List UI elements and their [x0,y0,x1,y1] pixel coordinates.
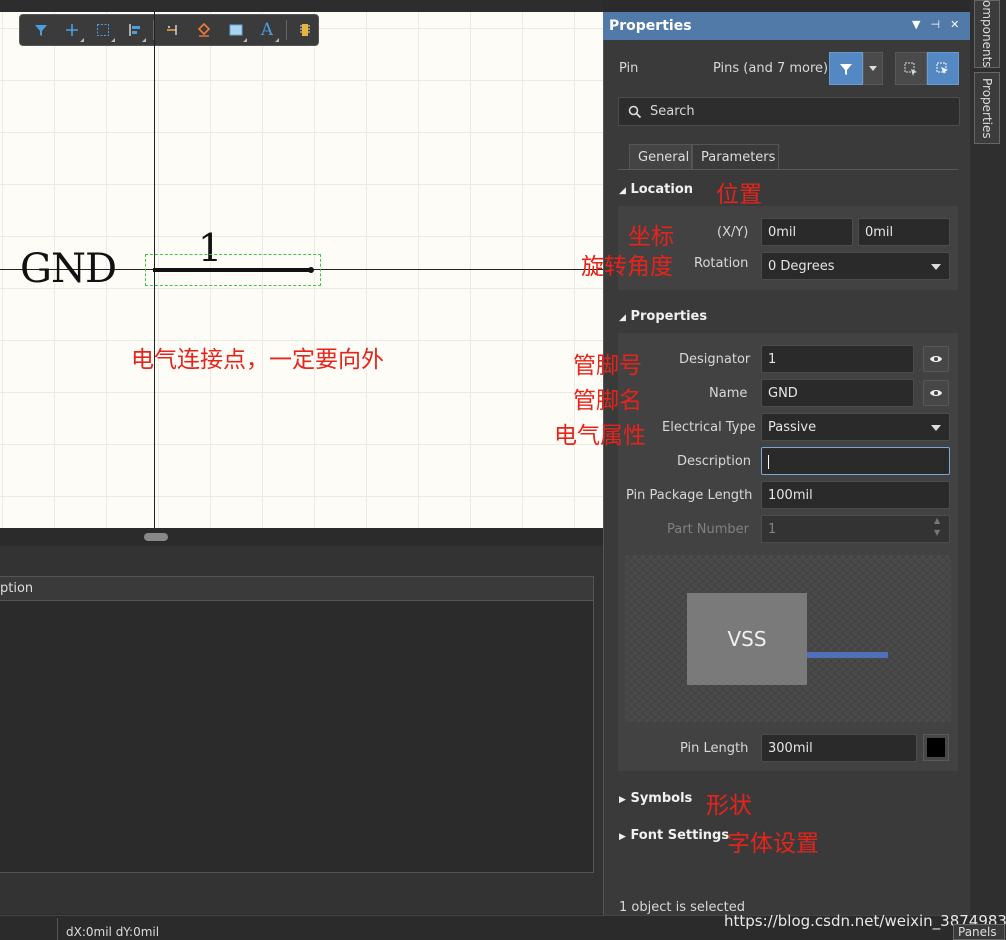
section-symbols-title: Symbols [630,791,693,806]
search-placeholder: Search [650,104,695,119]
designator-label: Designator [679,352,751,367]
description-label: Description [677,454,752,469]
section-location[interactable]: ◢ Location [619,182,693,197]
pin-length-field[interactable]: 300mil [761,734,917,762]
electrical-type-value: Passive [768,420,817,435]
panels-button[interactable]: Panels [953,924,1005,940]
designator-field[interactable]: 1 [761,345,914,373]
select-mode-button[interactable] [895,52,927,85]
section-properties[interactable]: ◢ Properties [619,309,707,324]
panel-splitter-handle[interactable] [144,533,168,541]
annotation-pin-number: 管脚号 [573,353,642,379]
eye-icon [930,390,942,396]
rectangle-icon[interactable] [223,17,248,43]
eraser-icon[interactable] [192,17,217,43]
select-in-icon [904,62,917,76]
xy-label: (X/Y) [717,225,749,240]
active-toolbar: A [19,14,319,46]
filter-dropdown-button[interactable] [863,52,883,85]
pin-length-label: Pin Length [680,741,749,756]
annotation-location: 位置 [716,182,762,208]
annotation-shape: 形状 [706,793,752,819]
designator-visibility-toggle[interactable] [923,346,949,372]
rotation-value: 0 Degrees [768,259,835,274]
align-icon[interactable] [122,17,147,43]
top-strip [0,0,603,12]
tab-parameters[interactable]: Parameters [692,144,779,170]
part-number-label: Part Number [667,522,750,537]
chevron-down-icon [869,66,877,71]
description-field[interactable] [761,447,950,475]
rotation-select[interactable]: 0 Degrees [761,252,950,280]
preview-pin-line [807,652,888,658]
collapse-icon: ◢ [619,186,626,196]
filter-icon[interactable] [28,17,53,43]
object-type: Pin [619,61,639,76]
annotation-rotation-angle: 旋转角度 [581,254,673,280]
pin-color-button[interactable] [923,734,949,761]
select-pointer-button[interactable] [927,52,959,85]
pin-icon[interactable] [160,17,185,43]
expand-icon: ▶ [619,832,626,842]
preview-label: VSS [727,627,767,651]
tab-properties-vertical[interactable]: Properties [974,72,1000,144]
select-rect-icon[interactable] [91,17,116,43]
pin-package-length-label: Pin Package Length [626,488,753,503]
pin-line[interactable] [153,268,309,272]
part-number-value: 1 [768,522,777,537]
part-number-spinner: ▲ ▼ [934,516,941,537]
close-icon[interactable]: ✕ [950,18,959,31]
section-font-settings-title: Font Settings [630,828,730,843]
pin-panel-icon[interactable]: ⊣ [930,18,940,31]
name-field[interactable]: GND [761,379,914,407]
x-field[interactable]: 0mil [761,218,853,246]
section-font-settings[interactable]: ▶ Font Settings [619,828,729,843]
cursor-coords: dX:0mil dY:0mil [66,925,160,939]
annotation-connection-point: 电气连接点，一定要向外 [131,347,384,373]
eye-icon [930,356,942,362]
dropdown-icon[interactable]: ▼ [912,18,920,31]
part-number-field: 1 [761,515,950,543]
column-header-description[interactable]: ption [0,576,594,601]
annotation-font-setting: 字体设置 [727,831,819,857]
name-visibility-toggle[interactable] [923,380,949,406]
tab-underline [618,169,958,170]
section-properties-title: Properties [630,309,708,324]
annotation-electrical-property: 电气属性 [554,423,646,449]
section-symbols[interactable]: ▶ Symbols [619,791,692,806]
color-swatch [927,738,945,757]
name-label: Name [709,386,748,401]
expand-icon: ▶ [619,795,626,805]
collapse-icon: ◢ [619,313,626,323]
annotation-coordinate: 坐标 [628,224,674,250]
pointer-icon [936,62,948,74]
pin-package-length-field[interactable]: 100mil [761,481,950,509]
filter-button[interactable] [829,52,863,85]
toolbar-separator [285,20,287,40]
tab-general[interactable]: General [629,144,692,170]
section-location-title: Location [630,182,694,197]
text-cursor [768,454,769,469]
messages-list [0,601,594,873]
filter-label: Pins (and 7 more) [713,61,829,76]
electrical-type-label: Electrical Type [662,420,756,435]
search-icon [628,105,642,119]
crosshair-icon[interactable] [59,17,84,43]
search-input[interactable]: Search [618,97,960,126]
annotation-pin-name: 管脚名 [573,388,642,414]
preview-component-body: VSS [687,593,807,685]
component-icon[interactable] [293,17,318,43]
filter-icon [840,63,852,75]
component-name-text: GND [20,246,117,292]
rotation-label: Rotation [694,256,749,271]
text-icon[interactable]: A [254,17,279,43]
pin-connection-point [308,267,314,273]
electrical-type-select[interactable]: Passive [761,413,950,441]
tab-components[interactable]: omponents [974,0,1000,68]
status-separator [57,918,58,940]
y-field[interactable]: 0mil [858,218,950,246]
panel-header-controls: ▼ ⊣ ✕ [912,18,959,31]
